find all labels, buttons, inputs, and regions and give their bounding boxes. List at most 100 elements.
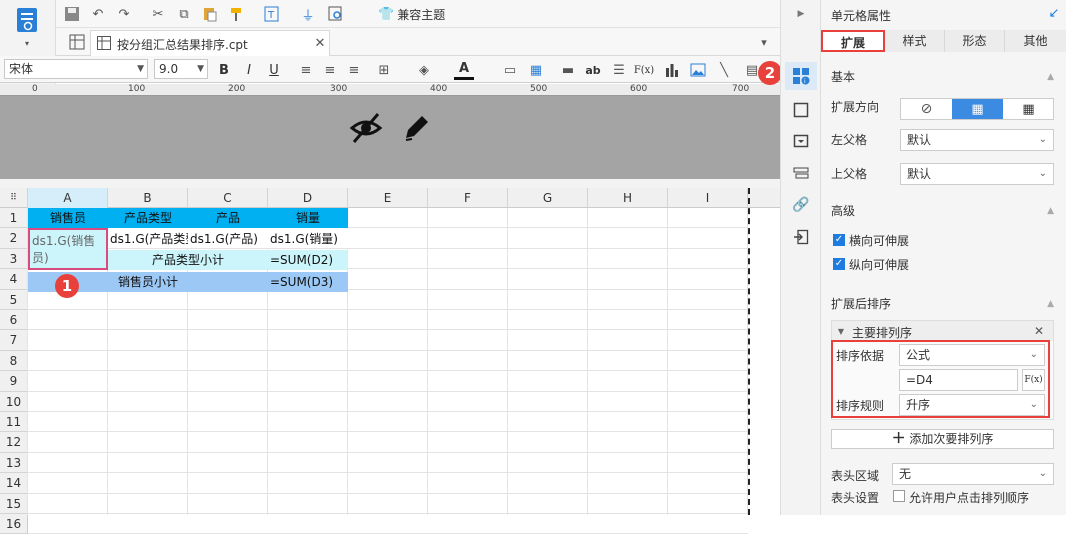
paste-icon[interactable]	[200, 4, 220, 24]
report-icon[interactable]: T	[262, 4, 282, 24]
cell-d2[interactable]: ds1.G(销量)	[268, 228, 348, 248]
column-header-a[interactable]: A	[28, 188, 108, 208]
cell-d4[interactable]: =SUM(D3)	[268, 272, 348, 292]
row-header-12[interactable]: 12	[0, 432, 28, 453]
cell-a2[interactable]: ds1.G(销售员)	[28, 228, 108, 270]
select-all-icon[interactable]: ⠿	[0, 188, 28, 208]
column-header-b[interactable]: B	[108, 188, 188, 208]
hyperlink-icon[interactable]: 🔗	[791, 195, 811, 215]
chevron-right-icon[interactable]: ▶	[793, 6, 809, 22]
cell-d1[interactable]: 销量	[268, 208, 348, 228]
row-header-1[interactable]: 1	[0, 208, 28, 229]
merge-icon[interactable]: ▭	[500, 60, 520, 80]
redo-icon[interactable]: ↷	[114, 4, 134, 24]
row-header-2[interactable]: 2	[0, 228, 28, 249]
tab-form[interactable]: 形态	[945, 30, 1005, 52]
expand-arrow-icon[interactable]: ↙	[1047, 6, 1061, 21]
fill-color-icon[interactable]: ◈	[414, 60, 434, 80]
border-icon[interactable]: ⊞	[374, 60, 394, 80]
underline-button[interactable]: U	[264, 60, 284, 80]
tab-other[interactable]: 其他	[1005, 30, 1066, 52]
row-header-14[interactable]: 14	[0, 473, 28, 494]
widget-icon[interactable]	[791, 100, 811, 120]
row-header-13[interactable]: 13	[0, 452, 28, 474]
primary-sort-header[interactable]: ▼ 主要排列序 ✕	[832, 321, 1053, 341]
column-header-d[interactable]: D	[268, 188, 348, 208]
tab-extend[interactable]: 扩展	[821, 30, 885, 52]
row-header-4[interactable]: 4	[0, 269, 28, 290]
row-header-7[interactable]: 7	[0, 330, 28, 351]
vertical-extend-icon[interactable]: ▦	[952, 99, 1003, 119]
tab-menu-icon[interactable]: ▾	[756, 34, 772, 50]
formula-button[interactable]: F(x)	[634, 60, 654, 80]
font-size-select[interactable]: 9.0 ▼	[154, 59, 208, 79]
cell-b1[interactable]: 产品类型	[108, 208, 188, 228]
section-advanced[interactable]: 高级 ▲	[821, 199, 1066, 223]
grid-icon[interactable]	[68, 33, 86, 51]
section-basic[interactable]: 基本 ▲	[821, 65, 1066, 89]
save-icon[interactable]	[62, 4, 82, 24]
align-center-icon[interactable]: ≡	[320, 60, 340, 80]
font-color-icon[interactable]: A	[454, 60, 474, 80]
italic-button[interactable]: I	[239, 60, 259, 80]
row-header-10[interactable]: 10	[0, 391, 28, 412]
sort-basis-select[interactable]: 公式 ⌄	[899, 344, 1045, 366]
format-painter-icon[interactable]	[226, 4, 246, 24]
text-button[interactable]: ab	[583, 60, 603, 80]
column-header-e[interactable]: E	[348, 188, 428, 208]
row-header-8[interactable]: 8	[0, 350, 28, 372]
copy-icon[interactable]: ⧉	[174, 4, 194, 24]
v-extend-checkbox[interactable]: ✓	[833, 258, 845, 270]
close-icon[interactable]: ✕	[313, 35, 327, 51]
cell-a1[interactable]: 销售员	[28, 208, 108, 228]
left-parent-select[interactable]: 默认 ⌄	[900, 129, 1054, 151]
add-secondary-sort-button[interactable]: ＋ 添加次要排列序	[831, 429, 1054, 449]
chevron-down-icon[interactable]: ▾	[20, 38, 34, 48]
cell-attributes-icon[interactable]: i	[785, 62, 817, 90]
header-area-select[interactable]: 无 ⌄	[892, 463, 1054, 485]
template-icon[interactable]	[14, 6, 40, 36]
condition-icon[interactable]	[791, 163, 811, 183]
row-header-3[interactable]: 3	[0, 248, 28, 270]
import-icon[interactable]	[791, 227, 811, 247]
cell-c2[interactable]: ds1.G(产品)	[188, 228, 268, 248]
sort-rule-select[interactable]: 升序 ⌄	[899, 394, 1045, 416]
dropdown-widget-icon[interactable]	[791, 131, 811, 151]
horizontal-extend-icon[interactable]: ▦	[1003, 99, 1054, 119]
document-tab[interactable]: 按分组汇总结果排序.cpt ✕	[90, 30, 330, 56]
close-icon[interactable]: ✕	[1032, 323, 1046, 339]
font-family-select[interactable]: 宋体 ▼	[4, 59, 148, 79]
chart-icon[interactable]	[662, 60, 682, 80]
align-left-icon[interactable]: ≡	[296, 60, 316, 80]
row-header-5[interactable]: 5	[0, 289, 28, 310]
formula-editor-button[interactable]: F(x)	[1022, 369, 1045, 391]
theme-button[interactable]: 👕 兼容主题	[378, 5, 445, 23]
cut-icon[interactable]: ✂	[148, 4, 168, 24]
align-right-icon[interactable]: ≡	[344, 60, 364, 80]
cell-d3[interactable]: =SUM(D2)	[268, 250, 348, 270]
cell-b3[interactable]: 产品类型小计	[108, 250, 268, 270]
cell-b2[interactable]: ds1.G(产品类型)	[108, 228, 188, 248]
tab-style[interactable]: 样式	[885, 30, 945, 52]
column-header-i[interactable]: I	[668, 188, 748, 208]
h-extend-checkbox[interactable]: ✓	[833, 234, 845, 246]
slash-icon[interactable]: ╲	[714, 60, 734, 80]
column-header-g[interactable]: G	[508, 188, 588, 208]
allow-user-sort-checkbox[interactable]	[893, 490, 905, 502]
section-sort[interactable]: 扩展后排序 ▲	[821, 292, 1066, 316]
row-header-16[interactable]: 16	[0, 514, 28, 534]
cell-c1[interactable]: 产品	[188, 208, 268, 228]
table-icon[interactable]: ▦	[526, 60, 546, 80]
column-header-h[interactable]: H	[588, 188, 668, 208]
image-icon[interactable]	[688, 60, 708, 80]
undo-icon[interactable]: ↶	[88, 4, 108, 24]
bold-button[interactable]: B	[214, 60, 234, 80]
top-parent-select[interactable]: 默认 ⌄	[900, 163, 1054, 185]
edit-design-icon[interactable]	[400, 110, 434, 144]
no-extend-icon[interactable]: ⊘	[901, 99, 952, 119]
column-header-c[interactable]: C	[188, 188, 268, 208]
plugin-icon[interactable]: ⏚	[298, 4, 318, 24]
row-header-11[interactable]: 11	[0, 412, 28, 433]
sort-formula-input[interactable]: =D4	[899, 369, 1018, 391]
hide-design-icon[interactable]	[348, 110, 384, 146]
